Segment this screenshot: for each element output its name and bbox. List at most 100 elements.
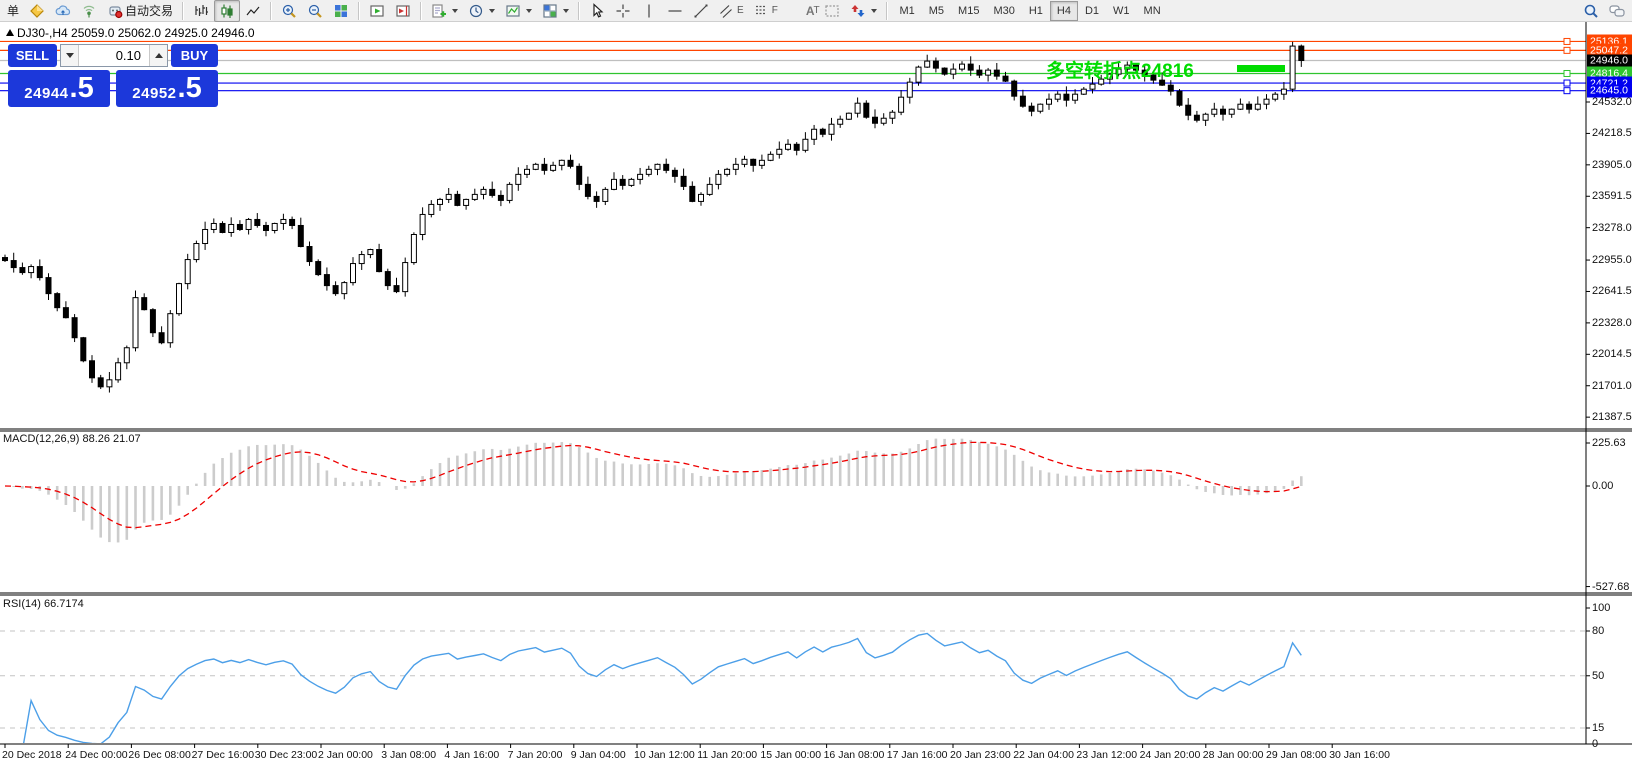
candle[interactable] xyxy=(306,246,313,263)
candle[interactable] xyxy=(1176,90,1183,106)
candle[interactable] xyxy=(1167,84,1174,92)
candle[interactable] xyxy=(1185,104,1192,116)
candle[interactable] xyxy=(1011,80,1018,97)
candle[interactable] xyxy=(141,297,148,311)
candle[interactable] xyxy=(1054,93,1061,100)
candle[interactable] xyxy=(62,307,69,319)
candle[interactable] xyxy=(1072,93,1079,101)
candle[interactable] xyxy=(297,224,304,248)
candle[interactable] xyxy=(802,138,809,151)
candle[interactable] xyxy=(315,261,322,276)
candle[interactable] xyxy=(323,274,330,287)
candle[interactable] xyxy=(993,69,1000,77)
candle[interactable] xyxy=(158,332,165,344)
candle[interactable] xyxy=(167,313,174,344)
candle[interactable] xyxy=(915,66,922,83)
candle[interactable] xyxy=(54,293,61,309)
chart-nav-arrow-icon[interactable] xyxy=(6,29,14,36)
candle[interactable] xyxy=(176,283,182,315)
candle[interactable] xyxy=(410,233,417,264)
candle[interactable] xyxy=(350,263,356,284)
candle[interactable] xyxy=(393,285,400,293)
price-line-handle[interactable] xyxy=(1563,79,1571,87)
candle[interactable] xyxy=(715,173,722,185)
candle[interactable] xyxy=(1037,103,1044,112)
candle[interactable] xyxy=(367,249,374,256)
candle[interactable] xyxy=(1089,83,1096,90)
candle[interactable] xyxy=(698,193,704,202)
candle[interactable] xyxy=(332,285,339,295)
candle[interactable] xyxy=(854,102,861,114)
candle[interactable] xyxy=(515,173,522,185)
candle[interactable] xyxy=(1019,95,1026,107)
candle[interactable] xyxy=(106,379,113,388)
candle[interactable] xyxy=(880,117,887,124)
candle[interactable] xyxy=(184,259,191,285)
candle[interactable] xyxy=(845,112,852,120)
price-line-handle[interactable] xyxy=(1563,46,1571,54)
candle[interactable] xyxy=(541,163,548,171)
candle[interactable] xyxy=(219,222,226,233)
candle[interactable] xyxy=(2,257,8,262)
candle[interactable] xyxy=(593,195,600,202)
candle[interactable] xyxy=(1028,105,1035,112)
candle[interactable] xyxy=(524,168,530,175)
candle[interactable] xyxy=(10,260,17,269)
candle[interactable] xyxy=(967,63,974,71)
price-line-handle[interactable] xyxy=(1563,69,1571,77)
candle[interactable] xyxy=(906,81,913,98)
volume-decrease-button[interactable] xyxy=(61,45,79,66)
candle[interactable] xyxy=(236,223,243,230)
candle[interactable] xyxy=(1254,103,1261,110)
candle[interactable] xyxy=(80,337,87,362)
candle[interactable] xyxy=(289,218,296,226)
price-line-handle[interactable] xyxy=(1563,37,1571,45)
candle[interactable] xyxy=(724,168,731,175)
candle[interactable] xyxy=(1220,108,1226,115)
candle[interactable] xyxy=(506,183,513,201)
candle[interactable] xyxy=(924,60,931,68)
candle[interactable] xyxy=(602,188,609,202)
candle[interactable] xyxy=(1046,98,1052,105)
candle[interactable] xyxy=(1272,93,1279,100)
candle[interactable] xyxy=(941,67,948,75)
candle[interactable] xyxy=(28,266,35,274)
candle[interactable] xyxy=(19,267,26,274)
candle[interactable] xyxy=(437,198,443,205)
candle[interactable] xyxy=(785,143,791,150)
candle[interactable] xyxy=(115,362,122,381)
candle[interactable] xyxy=(497,194,504,201)
candle[interactable] xyxy=(767,153,774,161)
candle[interactable] xyxy=(245,218,252,230)
candle[interactable] xyxy=(1263,98,1270,105)
candle[interactable] xyxy=(1193,114,1200,121)
chart-canvas[interactable] xyxy=(0,0,1632,763)
candle[interactable] xyxy=(45,277,52,295)
candle[interactable] xyxy=(228,223,235,233)
candle[interactable] xyxy=(872,116,878,124)
candle[interactable] xyxy=(36,266,43,279)
candle[interactable] xyxy=(1211,108,1218,115)
candle[interactable] xyxy=(776,148,783,155)
candle[interactable] xyxy=(567,159,574,167)
candle[interactable] xyxy=(71,317,78,339)
candle[interactable] xyxy=(463,198,470,206)
candle[interactable] xyxy=(419,213,426,235)
candle[interactable] xyxy=(1228,108,1235,115)
candle[interactable] xyxy=(489,188,496,196)
candle[interactable] xyxy=(898,96,905,113)
candle[interactable] xyxy=(985,69,992,76)
candle[interactable] xyxy=(611,178,617,190)
candle[interactable] xyxy=(97,377,104,388)
candle[interactable] xyxy=(976,69,983,76)
candle[interactable] xyxy=(758,159,765,166)
candle[interactable] xyxy=(402,262,409,293)
buy-price-button[interactable]: 24952 .5 xyxy=(116,70,218,107)
candle[interactable] xyxy=(750,158,757,166)
candle[interactable] xyxy=(123,347,130,364)
candle[interactable] xyxy=(811,128,818,140)
price-line-handle[interactable] xyxy=(1563,87,1571,95)
candle[interactable] xyxy=(263,224,269,231)
candle[interactable] xyxy=(202,228,209,245)
candle[interactable] xyxy=(384,271,391,287)
